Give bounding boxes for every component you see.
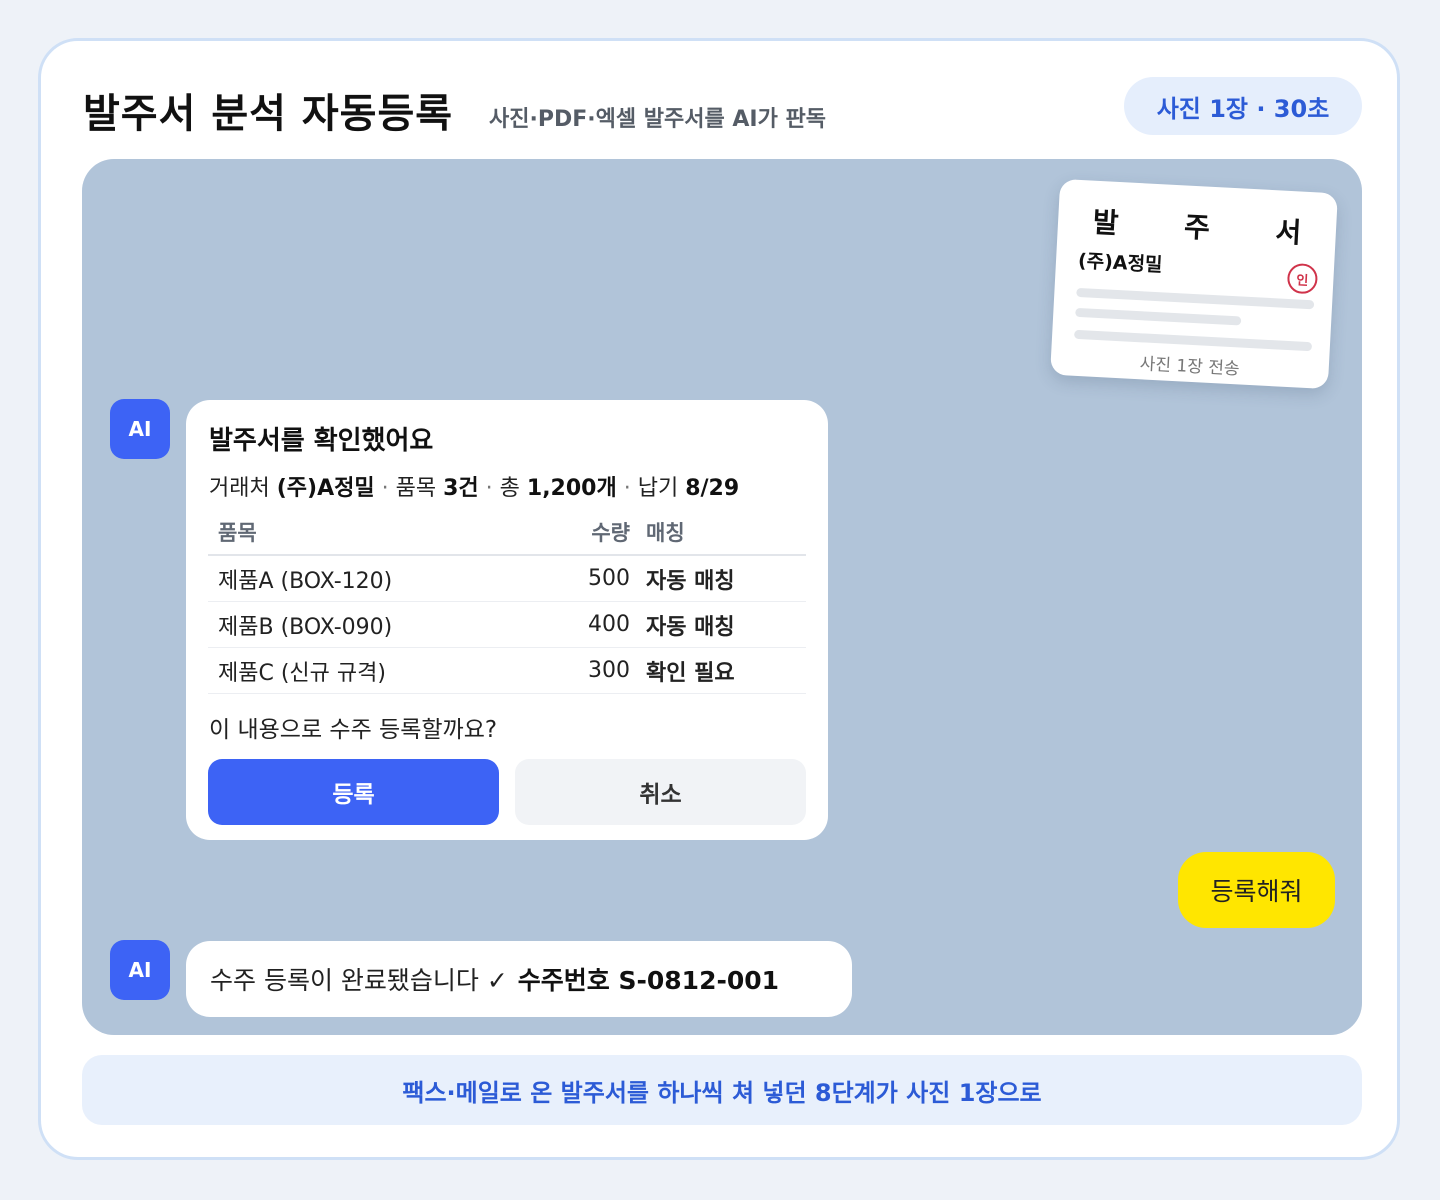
doc-text-line [1075, 307, 1242, 326]
column-header-qty: 수량 [550, 510, 636, 556]
purchase-order-photo[interactable]: 발 주 서 (주)A정밀 인 사진 1장 전송 [1050, 178, 1338, 390]
page-subtitle: 사진·PDF·엑셀 발주서를 AI가 판독 [489, 107, 826, 132]
item-name: 제품B (BOX-090) [208, 601, 550, 648]
table-row: 제품B (BOX-090) 400 자동 매칭 [208, 601, 806, 648]
main-card: 발주서 분석 자동등록 사진·PDF·엑셀 발주서를 AI가 판독 사진 1장 … [38, 38, 1400, 1160]
total-qty: 1,200개 [526, 476, 617, 501]
chat-panel: 발 주 서 (주)A정밀 인 사진 1장 전송 AI 발주서를 확인했어요 거래… [82, 159, 1362, 1035]
separator: · [623, 476, 631, 501]
order-number: 수주번호 S-0812-001 [517, 966, 780, 995]
match-status: 자동 매칭 [636, 601, 806, 648]
table-header-row: 품목 수량 매칭 [208, 510, 806, 556]
seal-stamp-icon: 인 [1286, 262, 1319, 295]
order-summary: 거래처 (주)A정밀 · 품목 3건 · 총 1,200개 · 납기 8/29 [209, 470, 739, 502]
items-table: 품목 수량 매칭 제품A (BOX-120) 500 자동 매칭 제품B (BO… [208, 510, 806, 694]
ai-avatar: AI [110, 940, 170, 1000]
separator: · [381, 476, 389, 501]
column-header-item: 품목 [208, 510, 550, 556]
ai-message-confirm: 발주서를 확인했어요 거래처 (주)A정밀 · 품목 3건 · 총 1,200개… [186, 400, 828, 840]
time-badge: 사진 1장 · 30초 [1124, 77, 1362, 135]
match-status: 자동 매칭 [636, 555, 806, 602]
items-count: 3건 [443, 476, 479, 501]
item-qty: 300 [550, 647, 636, 694]
item-qty: 500 [550, 555, 636, 602]
due-date: 8/29 [685, 476, 740, 501]
separator: · [485, 476, 493, 501]
table-row: 제품C (신규 규격) 300 확인 필요 [208, 647, 806, 694]
column-header-match: 매칭 [636, 510, 806, 556]
vendor-value: (주)A정밀 [276, 476, 375, 501]
due-label: 납기 [637, 476, 679, 501]
total-label: 총 [499, 476, 520, 501]
register-button[interactable]: 등록 [208, 759, 499, 825]
doc-company: (주)A정밀 [1077, 249, 1164, 277]
page-title: 발주서 분석 자동등록 [83, 91, 454, 137]
confirm-question: 이 내용으로 수주 등록할까요? [209, 717, 498, 743]
doc-title: 발 주 서 [1091, 205, 1331, 251]
table-row: 제품A (BOX-120) 500 자동 매칭 [208, 555, 806, 602]
vendor-label: 거래처 [209, 476, 270, 501]
items-label: 품목 [395, 476, 437, 501]
message-title: 발주서를 확인했어요 [209, 426, 434, 456]
doc-caption: 사진 1장 전송 [1139, 354, 1241, 380]
user-message: 등록해줘 [1178, 852, 1335, 928]
item-qty: 400 [550, 601, 636, 648]
item-name: 제품C (신규 규격) [208, 647, 550, 694]
footer-banner: 팩스·메일로 온 발주서를 하나씩 쳐 넣던 8단계가 사진 1장으로 [82, 1055, 1362, 1125]
ai-avatar: AI [110, 399, 170, 459]
ai-message-complete: 수주 등록이 완료됐습니다 ✓ 수주번호 S-0812-001 [186, 941, 852, 1017]
cancel-button[interactable]: 취소 [515, 759, 806, 825]
completion-text: 수주 등록이 완료됐습니다 ✓ [210, 966, 508, 995]
item-name: 제품A (BOX-120) [208, 555, 550, 602]
match-status: 확인 필요 [636, 647, 806, 694]
doc-text-line [1076, 287, 1315, 310]
